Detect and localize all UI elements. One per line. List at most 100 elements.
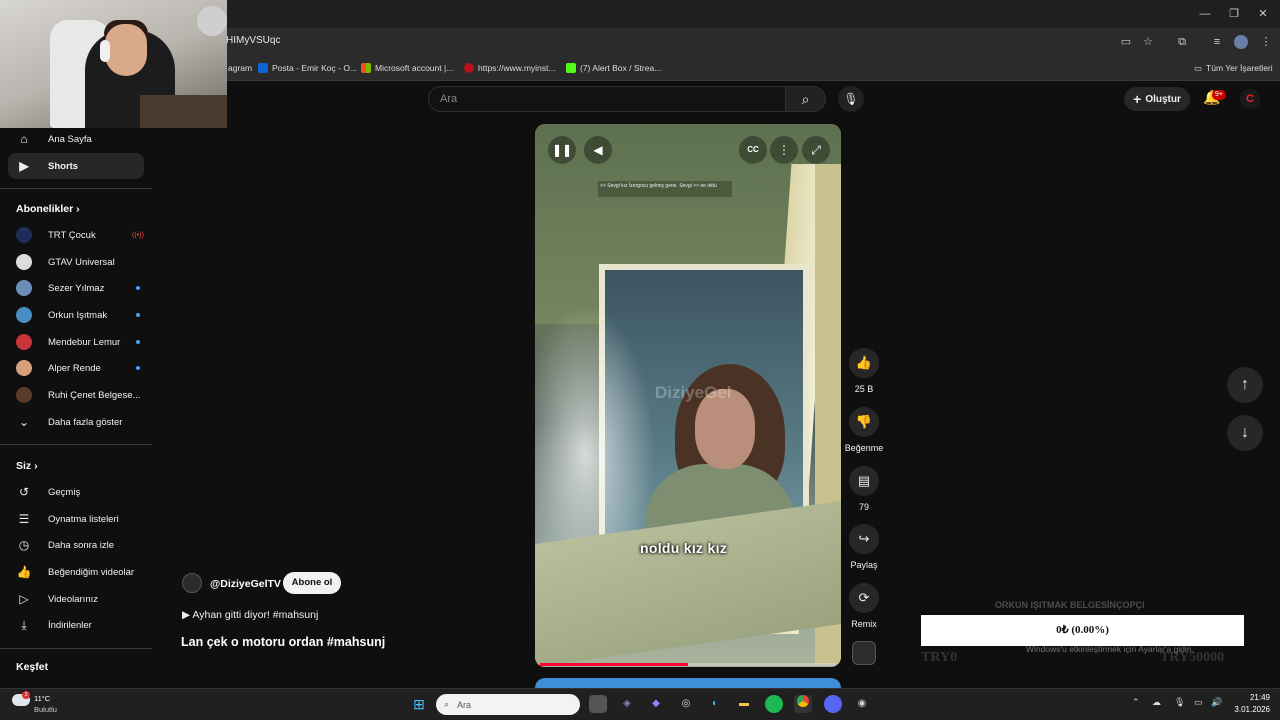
bookmark-alertbox[interactable]: (7) Alert Box / Strea... (566, 60, 661, 76)
dislike-button[interactable]: 👎 Beğenme (832, 407, 896, 453)
donation-goal-max: TRY50000 (1160, 650, 1225, 665)
sidebar-item-watch-later[interactable]: ◷ Daha sonra izle (8, 532, 144, 558)
subscription-alper-rende[interactable]: Alper Rende (8, 355, 144, 381)
show-hidden-icons[interactable]: ⌃ (1132, 697, 1140, 708)
sidebar-item-shorts[interactable]: ▶ Shorts (8, 153, 144, 179)
previous-short-button[interactable]: ↑ (1227, 367, 1263, 403)
file-explorer-icon[interactable]: ▬ (735, 695, 753, 713)
app-icon[interactable]: ◆ (647, 695, 665, 713)
sidebar-item-liked-videos[interactable]: 👍 Beğendiğim videolar (8, 559, 144, 585)
webcam-overlay (0, 0, 227, 128)
subscriptions-heading[interactable]: Abonelikler › (16, 203, 80, 215)
chrome-icon[interactable] (794, 695, 812, 713)
weather-description[interactable]: Bulutlu (34, 705, 57, 714)
divider (0, 188, 152, 189)
new-content-dot (136, 286, 140, 290)
home-icon: ⌂ (20, 132, 28, 146)
profile-avatar[interactable] (1234, 35, 1248, 49)
like-button[interactable]: 👍 25 B (832, 348, 896, 394)
display-icon[interactable]: ▭ (1194, 697, 1203, 708)
more-vert-icon: ⋮ (778, 143, 790, 157)
media-control-icon[interactable]: ≡ (1210, 35, 1224, 49)
microsoft-icon (361, 63, 371, 73)
channel-avatar (16, 254, 32, 270)
subscription-gtav-universal[interactable]: GTAV Universal (8, 249, 144, 275)
new-content-dot (136, 313, 140, 317)
volume-button[interactable]: ◀ (584, 136, 612, 164)
maximize-icon[interactable]: ❐ (1226, 6, 1242, 22)
spotify-icon[interactable] (765, 695, 783, 713)
search-button[interactable]: ⌕ (786, 86, 826, 112)
task-view-icon[interactable] (589, 695, 607, 713)
share-button[interactable]: ↪ Paylaş (832, 524, 896, 570)
bookmark-myinstants[interactable]: https://www.myinst... (464, 60, 555, 76)
sidebar-item-your-videos[interactable]: ▷ Videolarınız (8, 586, 144, 612)
video-top-subtitle: >> Sevgi kız İzergocu gelmiş gene. Sevgi… (598, 181, 732, 197)
search-icon: ⌕ (444, 699, 450, 709)
subscription-mendebur-lemur[interactable]: Mendebur Lemur (8, 329, 144, 355)
all-bookmarks[interactable]: ▭ Tüm Yer İşaretleri (1194, 60, 1273, 76)
windows-start-icon[interactable]: ⊞ (410, 695, 428, 713)
next-short-button[interactable]: ↓ (1227, 415, 1263, 451)
minimize-icon[interactable]: — (1197, 6, 1213, 22)
video-watermark: DiziyeGel (655, 383, 732, 402)
you-heading[interactable]: Siz › (16, 460, 38, 472)
more-options-button[interactable]: ⋮ (770, 136, 798, 164)
clock-time[interactable]: 21:49 (1244, 693, 1270, 702)
discord-icon[interactable] (824, 695, 842, 713)
chevron-right-icon: › (76, 203, 80, 215)
bookmark-instagram[interactable]: agram (228, 60, 252, 76)
sidebar-item-downloads[interactable]: ⤓ İndirilenler (8, 612, 144, 638)
divider (0, 648, 152, 649)
cast-icon[interactable]: ▭ (1119, 35, 1133, 49)
clock-date[interactable]: 3.01.2026 (1230, 705, 1270, 714)
microphone-icon[interactable]: 🎙 (1174, 697, 1185, 708)
subscription-sezer-yilmaz[interactable]: Sezer Yılmaz (8, 275, 144, 301)
weather-temperature[interactable]: 11°C (34, 694, 50, 703)
sidebar-item-home[interactable]: ⌂ Ana Sayfa (8, 126, 144, 152)
pause-button[interactable]: ❚❚ (548, 136, 576, 164)
captions-button[interactable]: CC (739, 136, 767, 164)
music-link[interactable]: ▶ Ayhan gitti diyor! #mahsunj (182, 609, 318, 621)
url-text[interactable]: HIMyVSUqc (226, 35, 280, 46)
create-button[interactable]: + Oluştur (1124, 87, 1190, 111)
search-input[interactable] (428, 86, 786, 112)
account-avatar[interactable]: C (1240, 89, 1260, 109)
fullscreen-button[interactable]: ⤢ (802, 136, 830, 164)
sidebar-item-playlists[interactable]: ☰ Oynatma listeleri (8, 506, 144, 532)
app-icon[interactable]: ◈ (618, 695, 636, 713)
comments-button[interactable]: ▤ 79 (832, 466, 896, 512)
close-icon[interactable]: ✕ (1255, 6, 1271, 22)
bookmark-mail[interactable]: Posta - Emir Koç - O... (258, 60, 357, 76)
subscription-orkun-isitmak[interactable]: Orkun Işıtmak (8, 302, 144, 328)
subscription-ruhi-cenet[interactable]: Ruhi Çenet Belgese... (8, 382, 144, 408)
divider (0, 444, 152, 445)
app-icon[interactable]: ◉ (853, 695, 871, 713)
search-icon: ⌕ (801, 91, 810, 107)
voice-search-button[interactable]: 🎙 (838, 86, 864, 112)
channel-avatar (16, 360, 32, 376)
edge-icon[interactable]: ◐ (706, 695, 724, 713)
speaker-icon[interactable]: 🔊 (1211, 697, 1222, 708)
sound-thumbnail[interactable] (852, 641, 876, 665)
extensions-icon[interactable]: ⧉ (1175, 35, 1189, 49)
myinstants-icon (464, 63, 474, 73)
taskbar-search[interactable]: ⌕ Ara (436, 694, 580, 715)
channel-name[interactable]: @DiziyeGelTV (210, 578, 281, 590)
show-more-button[interactable]: ⌄ Daha fazla göster (8, 409, 144, 435)
app-icon[interactable]: ◎ (677, 695, 695, 713)
network-icon[interactable]: ☁ (1152, 697, 1161, 708)
bookmark-star-icon[interactable]: ☆ (1141, 35, 1155, 49)
thumbs-up-icon: 👍 (849, 348, 879, 378)
bookmark-microsoft[interactable]: Microsoft account |... (361, 60, 453, 76)
remix-button[interactable]: ⟳ Remix (832, 583, 896, 629)
sidebar-item-history[interactable]: ↺ Geçmiş (8, 479, 144, 505)
subscribe-button[interactable]: Abone ol (283, 572, 341, 594)
channel-avatar[interactable] (182, 573, 202, 593)
windows-taskbar (0, 688, 1280, 720)
share-icon: ↪ (849, 524, 879, 554)
menu-dots-icon[interactable]: ⋮ (1259, 35, 1273, 49)
subscription-trt-cocuk[interactable]: TRT Çocuk ((•)) (8, 222, 144, 248)
play-icon: ▶ (182, 609, 191, 621)
microphone-icon: 🎙 (843, 92, 859, 106)
